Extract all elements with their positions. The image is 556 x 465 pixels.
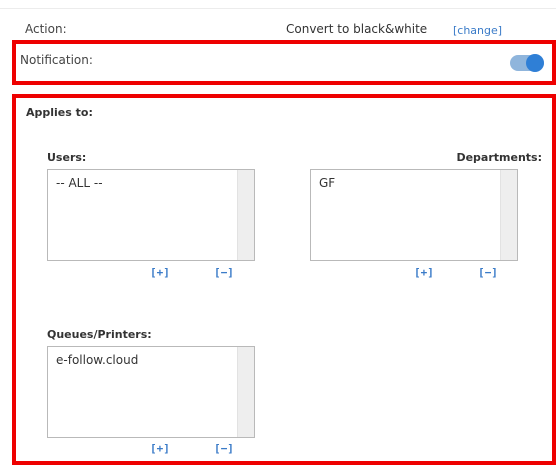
users-label: Users: <box>47 151 87 164</box>
users-scrollbar[interactable] <box>237 170 254 260</box>
add-department-button[interactable]: [+] <box>414 266 434 279</box>
applies-to-highlight: Applies to: Users: -- ALL -- [+] [−] Dep… <box>12 94 556 465</box>
departments-listbox[interactable]: GF <box>310 169 518 261</box>
departments-label: Departments: <box>456 151 542 164</box>
users-listbox[interactable]: -- ALL -- <box>47 169 255 261</box>
departments-list-item[interactable]: GF <box>319 176 335 190</box>
queues-listbox[interactable]: e-follow.cloud <box>47 346 255 438</box>
change-action-link[interactable]: [change] <box>453 24 502 37</box>
queues-label: Queues/Printers: <box>47 328 152 341</box>
remove-department-button[interactable]: [−] <box>478 266 498 279</box>
action-value: Convert to black&white <box>286 22 428 36</box>
departments-scrollbar[interactable] <box>500 170 517 260</box>
queues-list-item[interactable]: e-follow.cloud <box>56 353 138 367</box>
notification-label: Notification: <box>20 53 93 67</box>
add-user-button[interactable]: [+] <box>150 266 170 279</box>
action-label: Action: <box>25 22 67 36</box>
queues-scrollbar[interactable] <box>237 347 254 437</box>
remove-user-button[interactable]: [−] <box>214 266 234 279</box>
applies-to-title: Applies to: <box>26 106 93 119</box>
users-list-item[interactable]: -- ALL -- <box>56 176 103 190</box>
notification-toggle[interactable] <box>510 54 544 72</box>
remove-queue-button[interactable]: [−] <box>214 442 234 455</box>
top-divider <box>0 0 556 9</box>
add-queue-button[interactable]: [+] <box>150 442 170 455</box>
toggle-knob <box>526 54 544 72</box>
notification-highlight: Notification: <box>12 40 556 85</box>
